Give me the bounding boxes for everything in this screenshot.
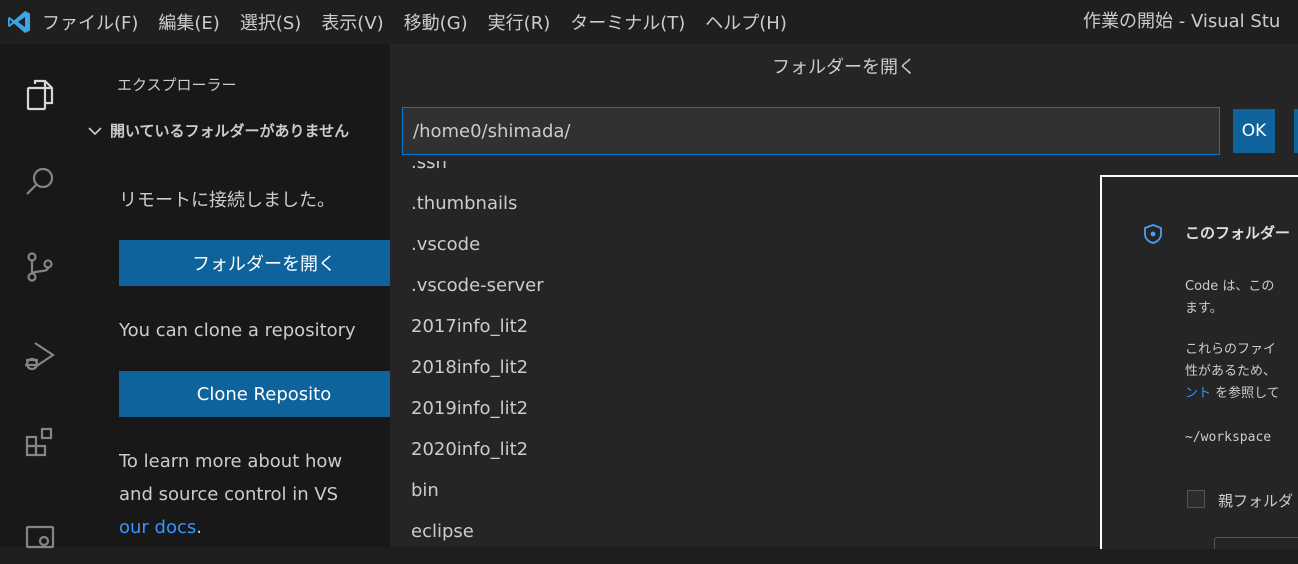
- trust-text-line-1: Code は、この: [1185, 279, 1275, 294]
- trust-parent-checkbox-label: 親フォルダ: [1218, 492, 1294, 510]
- search-icon[interactable]: [0, 152, 80, 212]
- folder-list-item[interactable]: 2020info_lit2: [411, 439, 528, 460]
- menu-go[interactable]: 移動(G): [394, 9, 478, 35]
- trust-text-line-4: 性があるため、: [1185, 364, 1277, 379]
- trust-action-button[interactable]: [1214, 537, 1298, 549]
- menu-terminal[interactable]: ターミナル(T): [560, 9, 695, 35]
- docs-link[interactable]: our docs: [119, 517, 196, 538]
- folder-list-item[interactable]: 2017info_lit2: [411, 316, 528, 337]
- menu-bar: ファイル(F) 編集(E) 選択(S) 表示(V) 移動(G) 実行(R) ター…: [38, 0, 797, 44]
- trust-text-line-5: ント を参照して: [1185, 382, 1280, 401]
- learn-more-line-1: To learn more about how: [119, 451, 343, 472]
- dialog-title: フォルダーを開く: [772, 57, 916, 78]
- learn-more-line-2: and source control in VS: [119, 484, 339, 505]
- run-debug-icon[interactable]: [0, 326, 80, 386]
- sidebar-title: エクスプローラー: [117, 76, 237, 94]
- extensions-icon[interactable]: [0, 412, 80, 472]
- ok-button-label: OK: [1241, 121, 1267, 141]
- shield-icon: [1143, 223, 1163, 249]
- folder-list-item[interactable]: bin: [411, 480, 439, 501]
- menu-edit[interactable]: 編集(E): [148, 9, 229, 35]
- trust-text-line-3: これらのファイ: [1185, 342, 1277, 357]
- folder-list-item[interactable]: eclipse: [411, 521, 474, 542]
- trust-parent-checkbox[interactable]: [1187, 490, 1205, 508]
- folder-list-item[interactable]: 2018info_lit2: [411, 357, 528, 378]
- vscode-logo-icon: [0, 0, 38, 44]
- menu-help[interactable]: ヘルプ(H): [695, 9, 797, 35]
- remote-explorer-icon[interactable]: [0, 504, 80, 564]
- ok-button[interactable]: OK: [1233, 109, 1275, 153]
- workspace-path: ~/workspace: [1185, 430, 1272, 445]
- title-bar: ファイル(F) 編集(E) 選択(S) 表示(V) 移動(G) 実行(R) ター…: [0, 0, 1298, 44]
- open-folder-button-label: フォルダーを開く: [192, 254, 336, 275]
- source-control-icon[interactable]: [0, 237, 80, 297]
- docs-line: our docs.: [119, 517, 202, 538]
- folder-list-item[interactable]: .vscode: [411, 234, 480, 255]
- docs-period: .: [196, 517, 202, 538]
- secondary-button[interactable]: [1294, 109, 1298, 153]
- explorer-sidebar: エクスプローラー 開いているフォルダーがありません リモートに接続しました。 フ…: [80, 44, 390, 547]
- trust-text-line-5-rest: を参照して: [1215, 386, 1280, 401]
- menu-selection[interactable]: 選択(S): [230, 9, 311, 35]
- clone-info-text: You can clone a repository: [119, 320, 356, 341]
- folder-path-input[interactable]: [402, 107, 1220, 155]
- menu-view[interactable]: 表示(V): [311, 9, 393, 35]
- section-label: 開いているフォルダーがありません: [110, 122, 350, 140]
- workspace-trust-dialog: このフォルダー Code は、この ます。 これらのファイ 性があるため、 ント…: [1100, 175, 1298, 549]
- trust-text-line-2: ます。: [1185, 301, 1223, 316]
- activity-bar: [0, 44, 80, 549]
- trust-docs-link[interactable]: ント: [1185, 386, 1211, 401]
- window-title: 作業の開始 - Visual Stu: [1083, 11, 1281, 32]
- clone-repository-button[interactable]: Clone Reposito: [119, 371, 390, 417]
- chevron-down-icon: [88, 122, 102, 140]
- open-folder-button[interactable]: フォルダーを開く: [119, 240, 390, 286]
- folder-list-item[interactable]: 2019info_lit2: [411, 398, 528, 419]
- menu-run[interactable]: 実行(R): [478, 9, 561, 35]
- no-folder-section-header[interactable]: 開いているフォルダーがありません: [88, 120, 349, 141]
- folder-list-item[interactable]: .ssh: [411, 161, 447, 173]
- trust-dialog-title: このフォルダー: [1185, 224, 1291, 242]
- folder-list-item[interactable]: .thumbnails: [411, 193, 517, 214]
- remote-connected-text: リモートに接続しました。: [119, 190, 335, 211]
- explorer-icon[interactable]: [0, 64, 80, 124]
- clone-repository-button-label: Clone Reposito: [196, 383, 332, 405]
- menu-file[interactable]: ファイル(F): [38, 9, 148, 35]
- folder-list-item[interactable]: .vscode-server: [411, 275, 544, 296]
